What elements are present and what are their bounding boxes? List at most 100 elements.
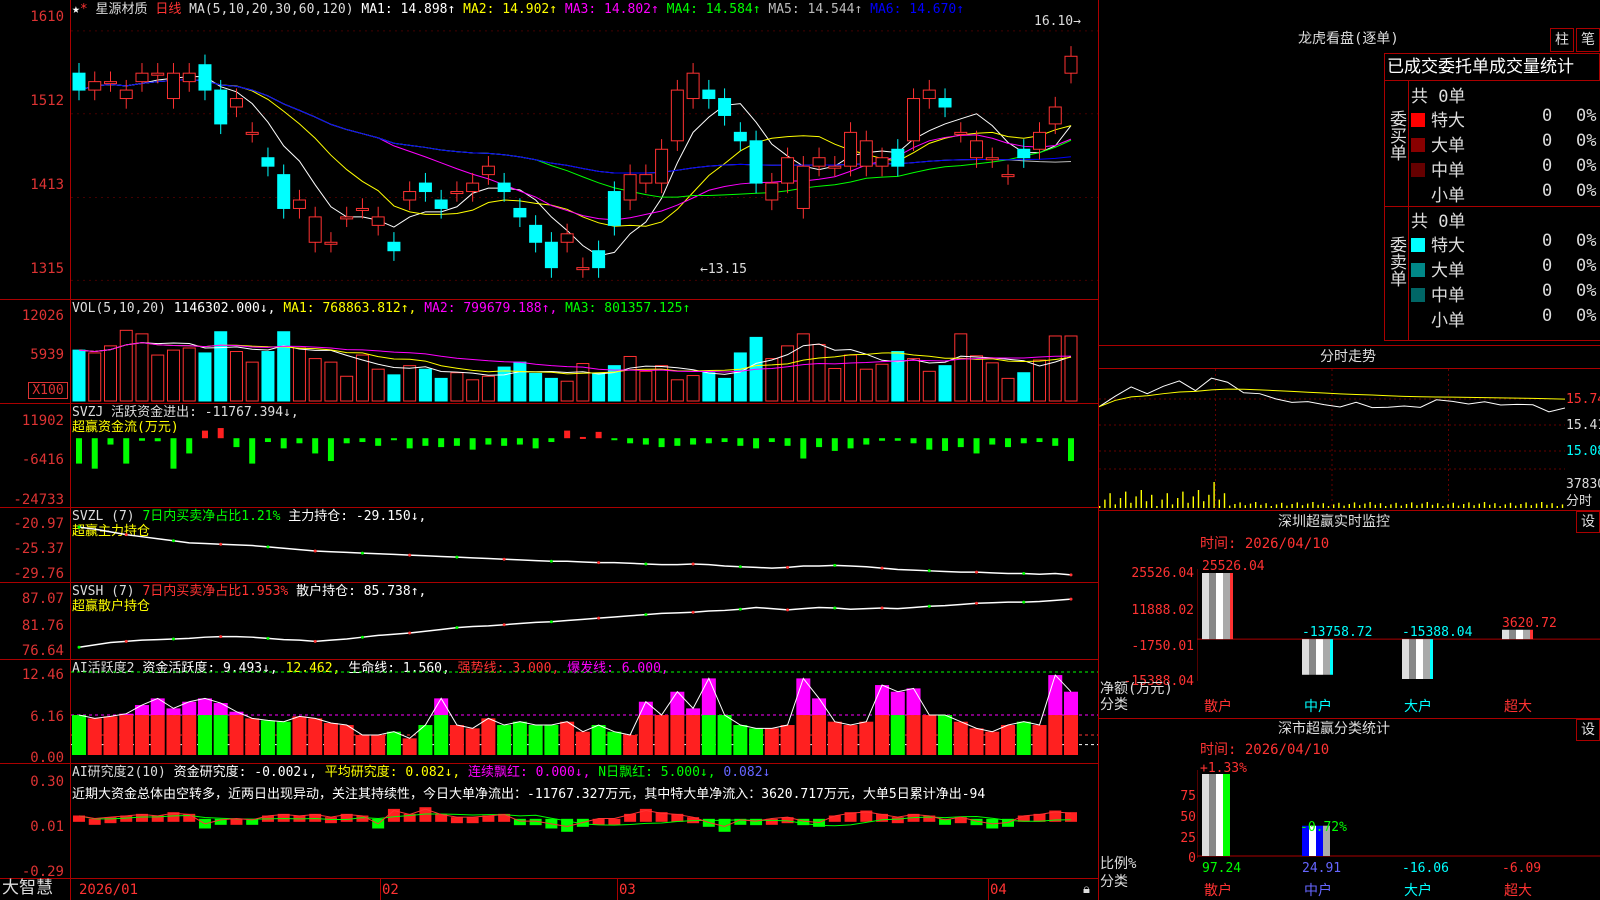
svzj-bar-24 (453, 438, 460, 446)
ai2-bar-52 (891, 817, 904, 824)
order-row-buy-rows-3: 小单 (1411, 181, 1465, 206)
svzl-dot-63 (1069, 573, 1073, 577)
stat-value-1: 24.91 (1302, 861, 1341, 876)
intra-vol-1 (1104, 499, 1106, 508)
lock-icon[interactable]: 🔒︎ (1083, 882, 1090, 897)
candle-body-61 (1033, 131, 1047, 150)
intraday-chart[interactable] (1099, 369, 1565, 510)
ai1-bar-21 (402, 738, 417, 755)
ai1-bar-1 (87, 718, 102, 755)
stat-cat-1: 中户 (1304, 882, 1332, 899)
vol-bar-36 (639, 370, 653, 402)
svzl-dot-54 (927, 569, 931, 573)
order-swatch (1411, 238, 1425, 252)
svsh-dot-6 (171, 637, 175, 641)
ma-line-1 (78, 76, 1072, 257)
ai2-bar-10 (230, 818, 243, 825)
candlestick-chart[interactable] (71, 0, 1098, 299)
ai1-bar-top-38 (670, 691, 685, 716)
volume-chart[interactable] (71, 300, 1098, 403)
order-swatch (1411, 163, 1425, 177)
ai1-bar-63 (1064, 715, 1078, 755)
ai1-bar-37 (654, 715, 669, 755)
stat-ylabel: 比例% (1100, 856, 1137, 872)
ai-activity-chart[interactable] (71, 660, 1098, 763)
svzl-dot-9 (219, 542, 223, 546)
monitor-ytick-0: 25526.04 (1131, 566, 1194, 581)
stat-settings-button[interactable]: 设 (1576, 719, 1600, 741)
ai1-bar-50 (859, 721, 874, 755)
svzl-chart[interactable] (71, 508, 1098, 582)
svzj-bar-55 (942, 438, 949, 451)
ai1-bar-25 (465, 728, 480, 755)
intra-vol-77 (1499, 506, 1501, 508)
ma-line-2 (78, 79, 1072, 227)
intra-ytick-1: 15.41 (1566, 418, 1600, 433)
vol-bar-18 (355, 354, 369, 402)
ai1-bar-61 (1032, 725, 1047, 755)
ai1-bar-31 (560, 721, 575, 755)
svzl-ytick-0: -20.97 (13, 516, 64, 532)
tab-volume-stats[interactable]: 成交量统计 (1489, 57, 1574, 77)
svsh-ytick-2: 76.64 (21, 643, 64, 659)
order-type: 特大 (1431, 236, 1465, 256)
candle-body-24 (450, 191, 464, 195)
svzl-dot-48 (833, 563, 837, 567)
svzj-bar-13 (280, 438, 287, 449)
tab-filled-orders[interactable]: 已成交委托单 (1387, 57, 1489, 77)
intra-vol-25 (1229, 505, 1231, 508)
vol-bar-23 (434, 377, 448, 402)
order-percent: 0% (1576, 306, 1597, 326)
svzj-bar-18 (359, 438, 366, 443)
vol-bar-46 (796, 333, 810, 402)
vol-bar-48 (828, 367, 842, 402)
ai2-bar-63 (1065, 812, 1077, 822)
intra-vol-48 (1348, 504, 1350, 508)
svzj-bar-35 (627, 438, 634, 444)
intra-vol-57 (1395, 502, 1397, 508)
svzj-bar-29 (532, 438, 539, 449)
order-row-sell-rows-0: 特大 (1411, 231, 1465, 256)
ai1-bar-41 (717, 715, 732, 755)
svzj-bar-36 (642, 438, 649, 445)
intra-vol-67 (1447, 504, 1449, 508)
svsh-dot-33 (597, 616, 601, 620)
main-ytick-1: 1512 (30, 93, 64, 109)
svzj-bar-15 (312, 438, 319, 454)
candle-body-28 (513, 207, 527, 218)
svsh-ytick-1: 81.76 (21, 618, 64, 634)
svzj-bar-27 (501, 438, 508, 446)
bar-view-button[interactable]: 柱 (1550, 28, 1574, 52)
svzj-chart[interactable] (71, 404, 1098, 507)
stat-bar-chart[interactable]: 97.24 散户 24.91 中户 -16.06 大户 -6.09 超大 +1.33% -0.72… (1197, 760, 1600, 900)
vol-bar-58 (985, 362, 999, 402)
vol-unit-badge: X100 (28, 382, 68, 399)
intra-vol-85 (1541, 502, 1543, 508)
svzj-bar-9 (217, 428, 224, 439)
monitor-settings-button[interactable]: 设 (1576, 511, 1600, 533)
ai1-bar-top-62 (1048, 675, 1063, 716)
svsh-chart[interactable] (71, 583, 1098, 659)
candle-body-12 (261, 157, 275, 167)
order-percent: 0% (1576, 156, 1597, 176)
intra-vol-88 (1556, 506, 1558, 508)
ai1-bar-6 (166, 715, 181, 755)
ai2-bar-35 (624, 813, 637, 822)
monitor-bar-chart[interactable]: 25526.04 散户 -13758.72 中户 -15388.04 大户 3620.72 超… (1197, 555, 1600, 715)
candle-body-56 (954, 131, 968, 135)
buy-orders-label: 委买单 (1386, 110, 1406, 161)
candle-body-54 (922, 89, 936, 100)
intra-vol-83 (1530, 505, 1532, 508)
vol-bar-31 (560, 380, 574, 402)
ai-research-chart[interactable] (71, 764, 1098, 878)
tick-view-button[interactable]: 笔 (1576, 28, 1600, 52)
intra-vol-40 (1307, 503, 1309, 508)
intra-vol-73 (1478, 503, 1480, 508)
candle-body-10 (229, 98, 243, 108)
ai1-bar-36 (638, 715, 653, 755)
ai1-bar-13 (276, 721, 291, 755)
ma-line-6 (78, 79, 1072, 174)
ai1-bar-43 (749, 728, 764, 755)
svzj-bar-32 (579, 436, 586, 439)
ai1-bar-top-6 (166, 708, 181, 716)
